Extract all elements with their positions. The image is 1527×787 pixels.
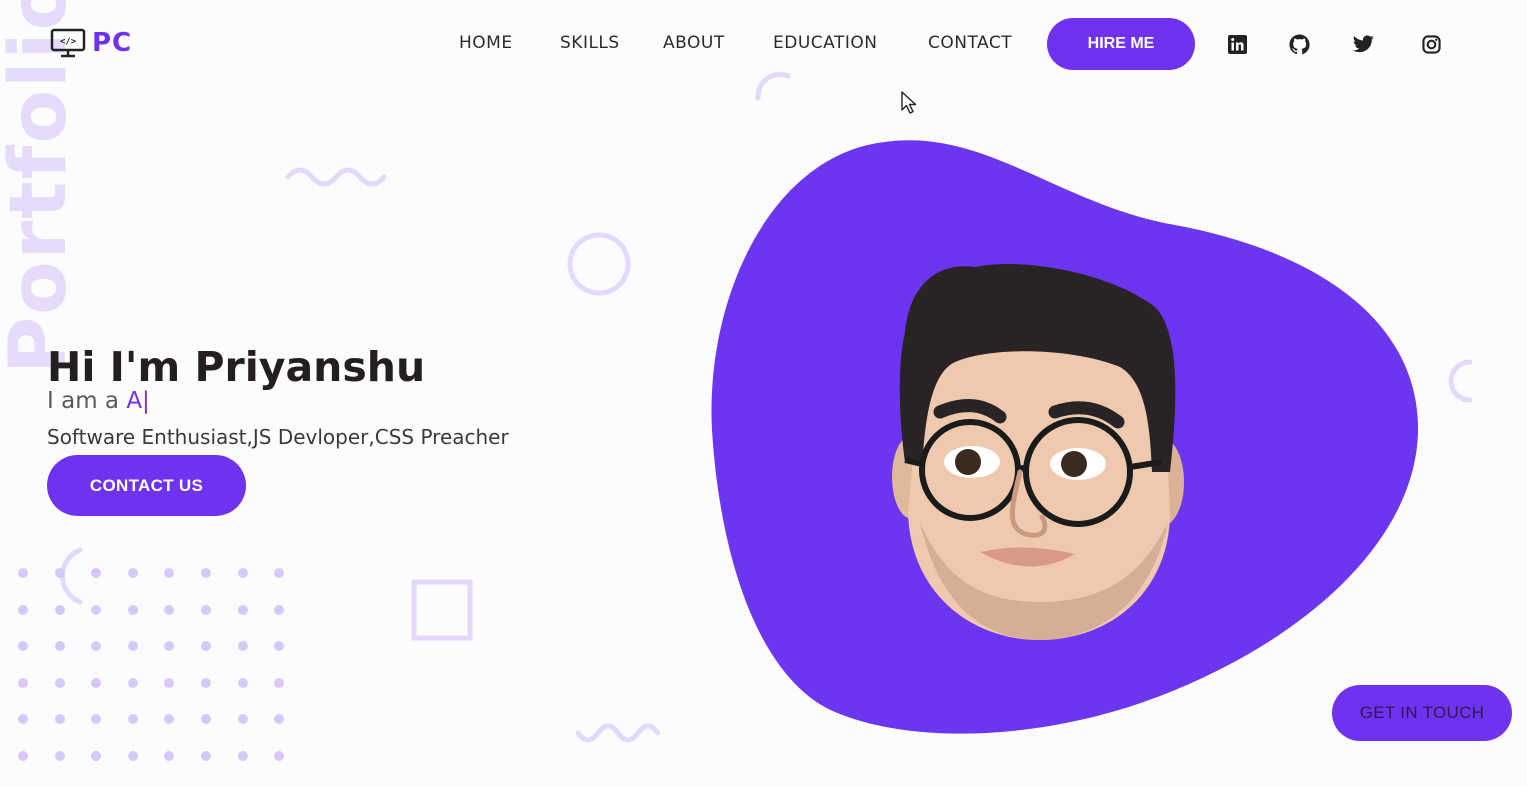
dot-decoration [127, 677, 138, 688]
arc-decoration-right [1448, 359, 1473, 403]
dot-decoration [91, 714, 102, 724]
twitter-icon[interactable] [1352, 33, 1374, 55]
logo-text: PC [92, 28, 133, 58]
dot-decoration [18, 568, 28, 578]
dot-decoration [274, 677, 285, 688]
dot-decoration [274, 750, 285, 761]
dot-decoration [274, 568, 285, 578]
portfolio-watermark: Portfolio [0, 0, 84, 374]
dot-decoration [237, 641, 248, 651]
hero-greeting: Hi I'm Priyanshu [47, 343, 426, 391]
dot-decoration [200, 641, 211, 651]
dot-decoration [274, 714, 285, 724]
dot-decoration [18, 750, 28, 761]
hero-tagline: Software Enthusiast,JS Devloper,CSS Prea… [47, 425, 509, 449]
dot-decoration [237, 714, 248, 724]
dot-decoration [91, 568, 102, 578]
hire-me-button[interactable]: HIRE ME [1047, 18, 1195, 70]
dot-decoration [54, 677, 65, 688]
dot-decoration [274, 604, 285, 615]
dot-decoration [18, 641, 28, 651]
dot-decoration [237, 750, 248, 761]
dot-decoration [200, 604, 211, 615]
nav-skills[interactable]: SKILLS [560, 33, 620, 53]
avatar-illustration [892, 263, 1184, 640]
dot-decoration [18, 714, 28, 724]
dot-decoration [164, 714, 175, 724]
dot-decoration [91, 677, 102, 688]
linkedin-icon[interactable] [1226, 33, 1248, 55]
dot-decoration [164, 568, 175, 578]
dot-decoration [127, 750, 138, 761]
dot-decoration [164, 677, 175, 688]
square-decoration [411, 579, 473, 641]
dot-decoration [200, 750, 211, 761]
site-logo[interactable]: </> PC [50, 28, 132, 58]
dot-decoration [164, 604, 175, 615]
dot-decoration [274, 641, 285, 651]
dot-decoration [54, 641, 65, 651]
github-icon[interactable] [1288, 33, 1310, 55]
dot-decoration [91, 641, 102, 651]
wave-decoration [285, 167, 387, 187]
dot-decoration [164, 641, 175, 651]
typed-prefix: I am a [47, 388, 127, 414]
instagram-icon[interactable] [1420, 33, 1442, 55]
dot-decoration [54, 714, 65, 724]
nav-education[interactable]: EDUCATION [773, 33, 877, 53]
monitor-code-icon: </> [50, 28, 86, 58]
dot-decoration [127, 641, 138, 651]
mouse-cursor-icon [901, 91, 917, 114]
get-in-touch-button[interactable]: GET IN TOUCH [1332, 685, 1512, 741]
wave-decoration-bottom [575, 723, 661, 743]
dot-decoration [127, 604, 138, 615]
contact-us-button[interactable]: CONTACT US [47, 455, 246, 516]
svg-text:</>: </> [60, 37, 77, 47]
dot-decoration [127, 714, 138, 724]
dot-decoration [200, 568, 211, 578]
dot-decoration [91, 750, 102, 761]
dot-decoration [127, 568, 138, 578]
dot-decoration [237, 677, 248, 688]
arc-decoration-top [755, 71, 791, 101]
dot-decoration [200, 677, 211, 688]
hero-typed-line: I am a A| [47, 388, 150, 414]
dot-decoration [237, 568, 248, 578]
dot-decoration [54, 604, 65, 615]
nav-home[interactable]: HOME [459, 33, 513, 53]
dot-decoration [237, 604, 248, 615]
dot-decoration [54, 750, 65, 761]
dot-decoration [54, 568, 65, 578]
dot-decoration [18, 604, 28, 615]
dot-decoration [200, 714, 211, 724]
dot-grid-decoration [18, 568, 311, 787]
nav-about[interactable]: ABOUT [663, 33, 725, 53]
typed-text: A| [126, 388, 150, 414]
dot-decoration [18, 677, 28, 688]
dot-decoration [164, 750, 175, 761]
dot-decoration [91, 604, 102, 615]
circle-decoration [567, 232, 631, 296]
nav-contact[interactable]: CONTACT [928, 33, 1012, 53]
